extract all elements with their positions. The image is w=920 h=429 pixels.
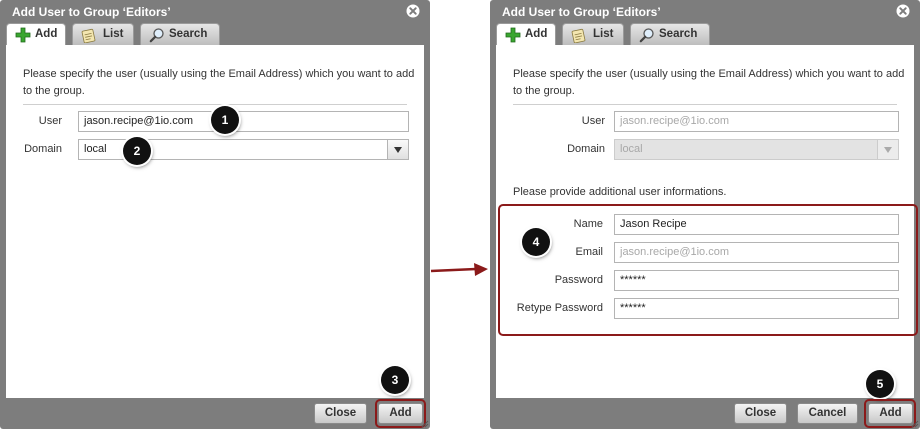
retype-password-label: Retype Password xyxy=(516,302,603,314)
magnifier-icon xyxy=(149,28,164,43)
tab-search-label: Search xyxy=(169,28,208,40)
add-user-dialog-step1: Add User to Group ‘Editors’ Add List Sea… xyxy=(0,0,430,429)
close-icon[interactable] xyxy=(896,4,910,18)
domain-select-value: local xyxy=(620,143,643,155)
domain-select: local xyxy=(614,139,899,160)
dialog-titlebar: Add User to Group ‘Editors’ xyxy=(0,0,430,22)
dialog-title: Add User to Group ‘Editors’ xyxy=(502,5,661,19)
user-label: User xyxy=(581,115,605,127)
intro-text: Please specify the user (usually using t… xyxy=(513,68,905,97)
dialog-footer: Close Cancel Add xyxy=(490,398,920,429)
notepad-icon xyxy=(81,28,96,43)
close-button[interactable]: Close xyxy=(314,403,367,424)
tab-add[interactable]: Add xyxy=(6,23,66,46)
intro-text: Please specify the user (usually using t… xyxy=(23,68,415,97)
notepad-icon xyxy=(571,28,586,43)
close-button[interactable]: Close xyxy=(734,403,787,424)
password-input[interactable]: ****** xyxy=(614,270,899,291)
email-input: jason.recipe@1io.com xyxy=(614,242,899,263)
dropdown-button xyxy=(877,140,898,159)
flow-arrow-icon xyxy=(430,263,488,276)
tab-list[interactable]: List xyxy=(562,23,624,45)
step-badge-3: 3 xyxy=(381,366,409,394)
divider xyxy=(23,104,407,105)
step-badge-1: 1 xyxy=(211,106,239,134)
close-icon[interactable] xyxy=(406,4,420,18)
user-label: User xyxy=(38,115,62,127)
resize-grip-icon[interactable] xyxy=(911,420,919,428)
dialog-body: Please specify the user (usually using t… xyxy=(496,45,918,398)
tab-search[interactable]: Search xyxy=(630,23,710,45)
plus-icon xyxy=(505,27,521,43)
user-input[interactable]: jason.recipe@1io.com xyxy=(78,111,409,132)
plus-icon xyxy=(15,27,31,43)
chevron-down-icon xyxy=(394,147,402,153)
additional-info-text: Please provide additional user informati… xyxy=(513,186,727,198)
domain-label: Domain xyxy=(567,143,605,155)
divider xyxy=(513,104,897,105)
tab-list-label: List xyxy=(593,28,614,40)
tab-list[interactable]: List xyxy=(72,23,134,45)
step-badge-2: 2 xyxy=(123,137,151,165)
domain-label: Domain xyxy=(24,143,62,155)
dialog-footer: Close Add xyxy=(0,398,430,429)
magnifier-icon xyxy=(639,28,654,43)
tab-add[interactable]: Add xyxy=(496,23,556,46)
name-input[interactable]: Jason Recipe xyxy=(614,214,899,235)
dialog-titlebar: Add User to Group ‘Editors’ xyxy=(490,0,920,22)
add-user-dialog-step2: Add User to Group ‘Editors’ Add List Sea… xyxy=(490,0,920,429)
cancel-button[interactable]: Cancel xyxy=(797,403,858,424)
dialog-body: Please specify the user (usually using t… xyxy=(6,45,424,398)
tab-search[interactable]: Search xyxy=(140,23,220,45)
dialog-title: Add User to Group ‘Editors’ xyxy=(12,5,171,19)
domain-select-value: local xyxy=(84,143,107,155)
step-badge-5: 5 xyxy=(866,370,894,398)
chevron-down-icon xyxy=(884,147,892,153)
dropdown-button[interactable] xyxy=(387,140,408,159)
tab-search-label: Search xyxy=(659,28,698,40)
name-label: Name xyxy=(573,218,603,230)
resize-grip-icon[interactable] xyxy=(421,420,429,428)
retype-password-input[interactable]: ****** xyxy=(614,298,899,319)
tab-add-label: Add xyxy=(35,28,58,40)
add-button-highlight xyxy=(864,399,916,428)
add-button-highlight xyxy=(375,399,426,428)
user-input: jason.recipe@1io.com xyxy=(614,111,899,132)
tab-add-label: Add xyxy=(525,28,548,40)
tab-list-label: List xyxy=(103,28,124,40)
step-badge-4: 4 xyxy=(522,228,550,256)
password-label: Password xyxy=(554,274,603,286)
